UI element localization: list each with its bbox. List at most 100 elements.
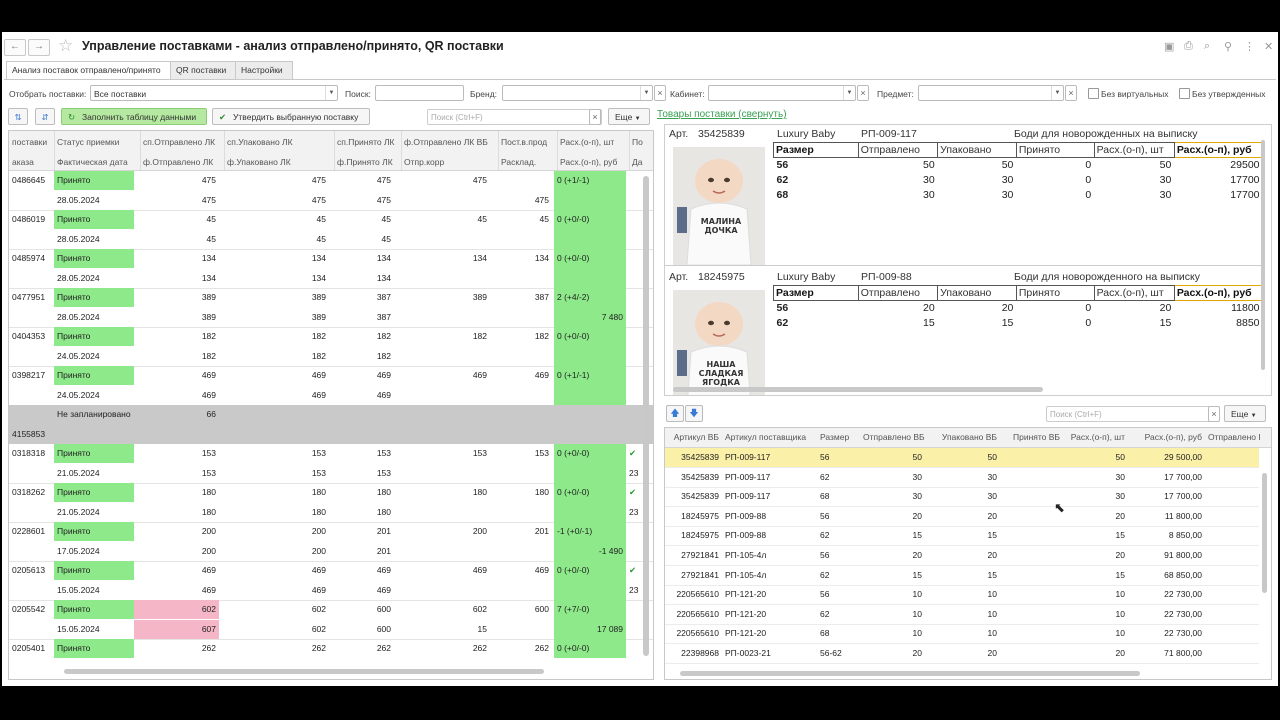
cards-horizontal-scrollbar[interactable] (673, 387, 1043, 392)
grid-header-cell[interactable]: Отпр.корр (404, 157, 444, 167)
tab-qr[interactable]: QR поставки (170, 61, 238, 79)
goods-collapse-link[interactable]: Товары поставки (свернуть) (657, 109, 787, 120)
goods-grid-row[interactable]: 18245975 РП-009-88 56 20 20 20 11 800,00 (665, 507, 1259, 526)
product-name: Боди для новорожденного на выписку (1014, 271, 1200, 283)
goods-grid-row[interactable]: 18245975 РП-009-88 62 15 15 15 8 850,00 (665, 526, 1259, 545)
goods-grid-vertical-scrollbar[interactable] (1262, 473, 1267, 593)
goods-grid-header-cell[interactable]: Принято ВБ (1000, 428, 1063, 447)
grid-header-cell[interactable]: ф.Отправлено ЛК ВБ (404, 137, 488, 147)
forward-button[interactable]: → (28, 39, 50, 56)
accepted-value: 45 (381, 214, 391, 224)
goods-grid-header-cell[interactable]: Отправлено I (1205, 428, 1271, 447)
more-vertical-icon[interactable]: ⋮ (1244, 40, 1255, 53)
cabinet-select[interactable]: ▼ (708, 85, 856, 101)
goods-grid-header-cell[interactable]: Размер (817, 428, 860, 447)
grid-header-cell[interactable]: Пост.в.прод (501, 137, 547, 147)
horizontal-scrollbar[interactable] (64, 669, 544, 674)
sort-desc-button[interactable]: ⇵ (35, 108, 55, 125)
bottom-more-button[interactable]: Еще ▼ (1224, 405, 1266, 422)
grid-header-cell[interactable]: сп.Отправлено ЛК (143, 137, 215, 147)
goods-grid-header-cell[interactable]: Расх.(о-п), руб (1128, 428, 1205, 447)
tab-analysis[interactable]: Анализ поставок отправлено/принято (6, 61, 171, 80)
brand-clear-button[interactable]: × (654, 85, 666, 101)
baby-photo-illustration (673, 147, 765, 265)
approve-label: Утвердить выбранную поставку (233, 112, 359, 122)
grid-search-input[interactable]: Поиск (Ctrl+F) (427, 109, 602, 125)
grid-header-cell[interactable]: сп.Упаковано ЛК (227, 137, 293, 147)
more-button[interactable]: Еще ▼ (608, 108, 650, 125)
accepted-value: 262 (376, 643, 391, 653)
favorite-star-icon[interactable]: ☆ (58, 36, 73, 56)
cards-vertical-scrollbar[interactable] (1261, 140, 1265, 370)
goods-grid-header-cell[interactable]: Артикул ВБ (665, 428, 722, 447)
grid-search-clear-button[interactable]: × (589, 109, 601, 125)
supply-number: 0398217 (12, 370, 46, 380)
accepted-value: 153 (376, 448, 391, 458)
bottom-search-clear-button[interactable]: × (1208, 406, 1220, 422)
grid-header-cell[interactable]: поставки (12, 137, 47, 147)
vertical-scrollbar[interactable] (643, 176, 649, 656)
layout-value (490, 503, 552, 522)
search-input[interactable] (375, 85, 464, 101)
brand-select[interactable]: ▼ (502, 85, 653, 101)
subject-clear-button[interactable]: × (1065, 85, 1077, 101)
grid-header-cell[interactable]: ф.Упаковано ЛК (227, 157, 291, 167)
grid-header-cell[interactable]: Да (632, 157, 642, 167)
dropdown-arrow-icon[interactable]: ▼ (843, 86, 855, 100)
grid-header-cell[interactable]: Расклад. (501, 157, 536, 167)
grid-header-cell[interactable]: Расх.(о-п), шт (560, 137, 614, 147)
goods-grid-row[interactable]: 27921841 РП-105-4л 56 20 20 20 91 800,00 (665, 546, 1259, 565)
grid-header-cell[interactable]: сп.Принято ЛК (337, 137, 395, 147)
correction-value (394, 230, 490, 249)
back-button[interactable]: ← (4, 39, 26, 56)
cabinet-clear-button[interactable]: × (857, 85, 869, 101)
grid-header-cell[interactable]: ф.Отправлено ЛК (143, 157, 213, 167)
supplies-grid[interactable]: поставки Статус приемки сп.Отправлено ЛК сп… (8, 130, 654, 680)
goods-grid-row[interactable]: 27921841 РП-105-4л 62 15 15 15 68 850,00 (665, 566, 1259, 585)
move-down-button[interactable]: 🡇 (685, 405, 703, 422)
bottom-search-input[interactable]: Поиск (Ctrl+F) (1046, 406, 1218, 422)
virtual-checkbox[interactable] (1088, 88, 1099, 99)
size-table-cell: 29500 (1230, 159, 1260, 171)
goods-grid[interactable]: Артикул ВБ Артикул поставщика Размер Отправ… (664, 427, 1272, 680)
move-up-button[interactable]: 🡅 (666, 405, 684, 422)
preview-icon[interactable]: ⌕ (1204, 40, 1210, 53)
goods-grid-row[interactable]: 35425839 РП-009-117 56 50 50 50 29 500,00 (665, 448, 1259, 467)
goods-grid-horizontal-scrollbar[interactable] (680, 671, 1140, 676)
approve-button[interactable]: ✔ Утвердить выбранную поставку (212, 108, 370, 125)
link-icon[interactable]: ⚲ (1224, 40, 1232, 53)
grid-header-cell[interactable]: ф.Принято ЛК (337, 157, 393, 167)
dropdown-arrow-icon[interactable]: ▼ (640, 86, 652, 100)
goods-grid-header-cell[interactable]: Отправлено ВБ (860, 428, 925, 447)
sort-asc-button[interactable]: ⇅ (8, 108, 28, 125)
dropdown-arrow-icon[interactable]: ▼ (1051, 86, 1063, 100)
goods-grid-header-cell[interactable]: Расх.(о-п), шт (1063, 428, 1128, 447)
goods-grid-row[interactable]: 22398968 РП-0023-21 56-62 20 20 20 71 800,00 (665, 644, 1259, 663)
f-packed-value: 200 (311, 545, 326, 556)
goods-grid-row[interactable]: 220565610 РП-121-20 56 10 10 10 22 730,00 (665, 585, 1259, 604)
grid-header-cell[interactable]: аказа (12, 157, 34, 167)
tab-settings[interactable]: Настройки (235, 61, 293, 79)
dropdown-arrow-icon[interactable]: ▼ (325, 86, 337, 100)
goods-grid-row[interactable]: 220565610 РП-121-20 68 10 10 10 22 730,00 (665, 624, 1259, 643)
show-select[interactable]: Все поставки ▼ (90, 85, 338, 101)
diff-rub-value (554, 503, 626, 522)
grid-header-cell[interactable]: Статус приемки (57, 137, 119, 147)
goods-grid-header-cell[interactable]: Артикул поставщика (722, 428, 817, 447)
grid-header-cell[interactable]: Фактическая дата (57, 157, 128, 167)
goods-grid-row[interactable]: 35425839 РП-009-117 62 30 30 30 17 700,00 (665, 468, 1259, 487)
goods-grid-header-cell[interactable]: Упаковано ВБ (925, 428, 1000, 447)
grid-header-cell[interactable]: Расх.(о-п), руб (560, 157, 617, 167)
fill-table-button[interactable]: ↻ Заполнить таблицу данными (61, 108, 207, 125)
goods-grid-row[interactable]: 35425839 РП-009-117 68 30 30 30 17 700,00 (665, 487, 1259, 506)
f-sent-value: 200 (201, 545, 216, 556)
close-icon[interactable]: ✕ (1264, 40, 1273, 53)
correction-value (394, 503, 490, 522)
unapproved-checkbox[interactable] (1179, 88, 1190, 99)
save-icon[interactable]: ▣ (1164, 40, 1174, 53)
print-icon[interactable]: ⎙ (1184, 40, 1193, 53)
grid-header-cell[interactable]: По (632, 137, 643, 147)
goods-grid-cell: РП-121-20 (725, 608, 767, 619)
goods-grid-row[interactable]: 220565610 РП-121-20 62 10 10 10 22 730,00 (665, 605, 1259, 624)
subject-select[interactable]: ▼ (918, 85, 1064, 101)
